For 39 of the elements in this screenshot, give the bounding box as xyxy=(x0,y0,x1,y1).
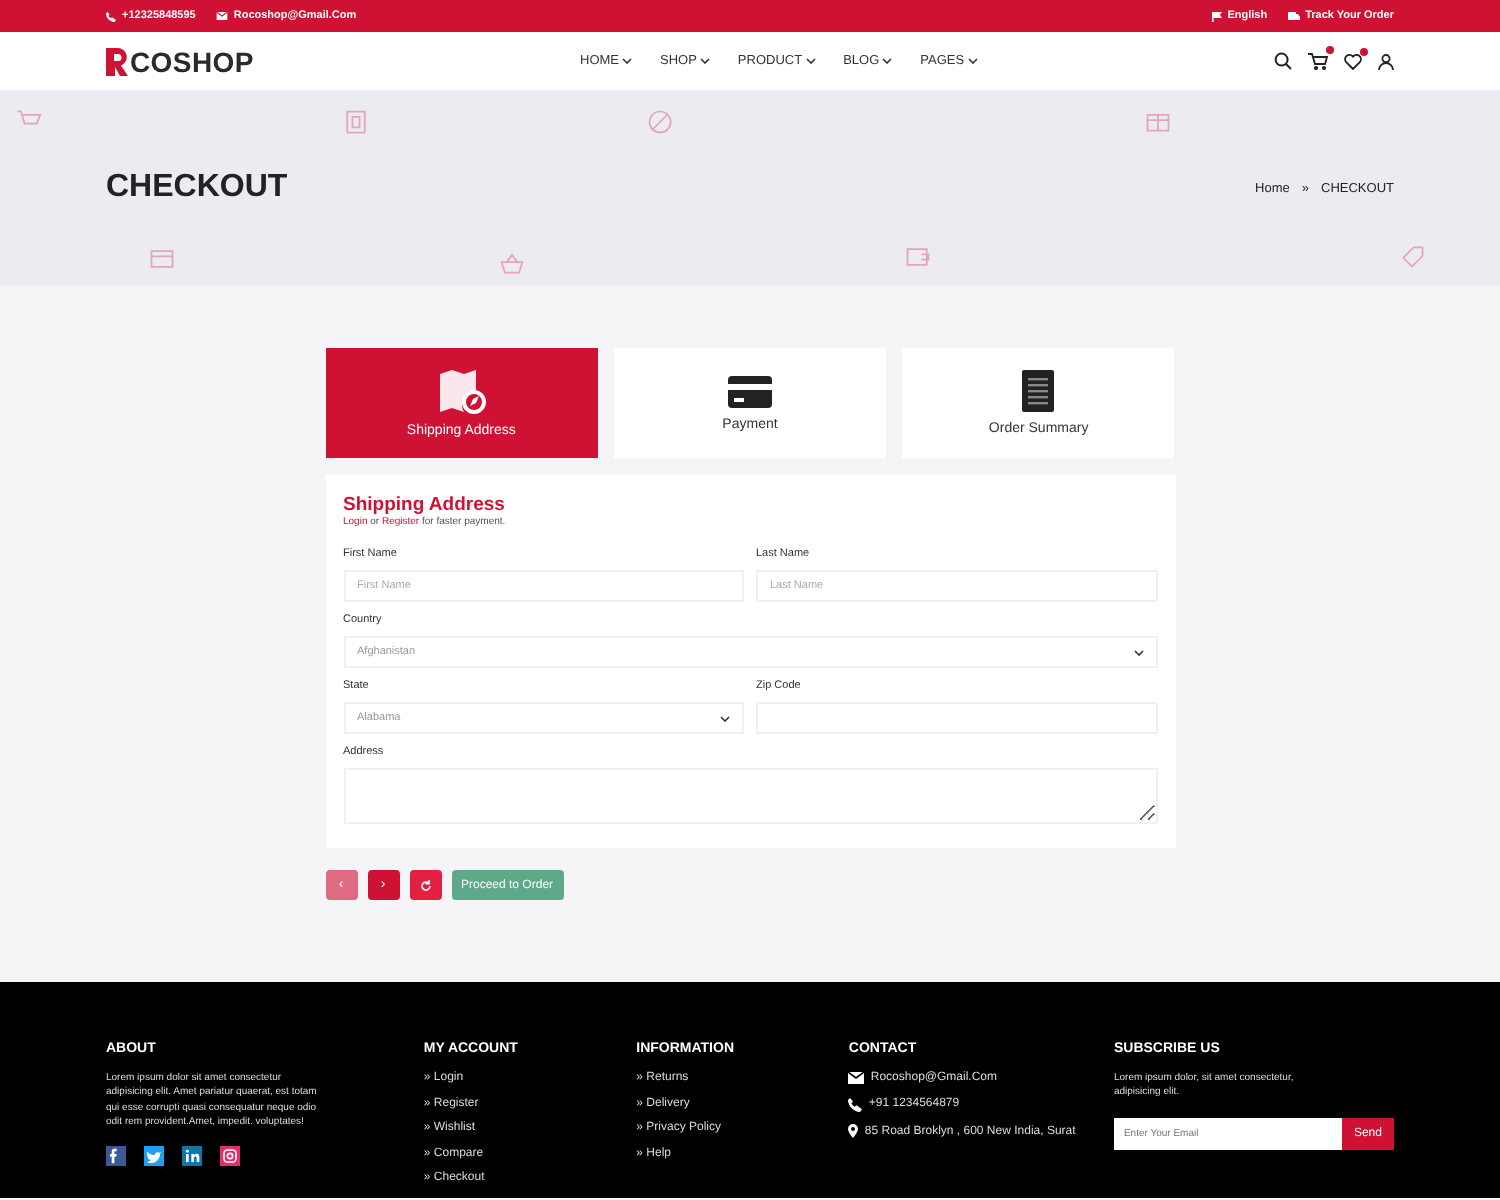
envelope-icon xyxy=(215,12,228,20)
envelope-icon xyxy=(848,1072,865,1084)
caret-icon xyxy=(967,58,978,64)
phone-icon xyxy=(848,1097,863,1111)
twitter-icon[interactable] xyxy=(144,1146,164,1166)
logo-text: COSHOP xyxy=(130,45,254,77)
cart-icon[interactable] xyxy=(1308,52,1328,70)
form-title: Shipping Address xyxy=(343,494,507,516)
caret-icon xyxy=(1133,649,1143,655)
caret-icon xyxy=(699,58,710,64)
map-pin-icon xyxy=(848,1124,859,1138)
heart-icon[interactable] xyxy=(1344,53,1362,69)
refresh-icon xyxy=(419,879,431,891)
count-badge xyxy=(1326,46,1334,54)
document-icon xyxy=(1022,370,1055,412)
search-icon[interactable] xyxy=(1274,52,1292,70)
caret-icon xyxy=(720,715,730,721)
decorative-icon xyxy=(498,248,526,276)
reset-button[interactable] xyxy=(409,870,441,900)
caret-icon xyxy=(622,58,632,64)
decorative-icon xyxy=(342,108,370,136)
textarea-field[interactable] xyxy=(343,768,1157,824)
map-icon xyxy=(437,369,486,413)
phone-icon xyxy=(106,11,116,21)
credit-card-icon xyxy=(727,375,772,407)
logo-icon xyxy=(106,47,128,75)
instagram-icon[interactable] xyxy=(220,1146,240,1166)
decorative-icon xyxy=(1398,242,1426,270)
flag-icon xyxy=(1211,11,1222,21)
linkedin-icon[interactable] xyxy=(182,1146,202,1166)
facebook-icon[interactable] xyxy=(106,1146,126,1166)
user-icon[interactable] xyxy=(1378,53,1394,69)
page-title: CHECKOUT xyxy=(106,170,290,206)
decorative-icon xyxy=(148,244,176,272)
caret-icon xyxy=(805,58,816,64)
decorative-icon xyxy=(646,108,674,136)
count-badge xyxy=(1360,47,1368,55)
caret-icon xyxy=(882,58,893,64)
decorative-icon xyxy=(904,242,932,270)
